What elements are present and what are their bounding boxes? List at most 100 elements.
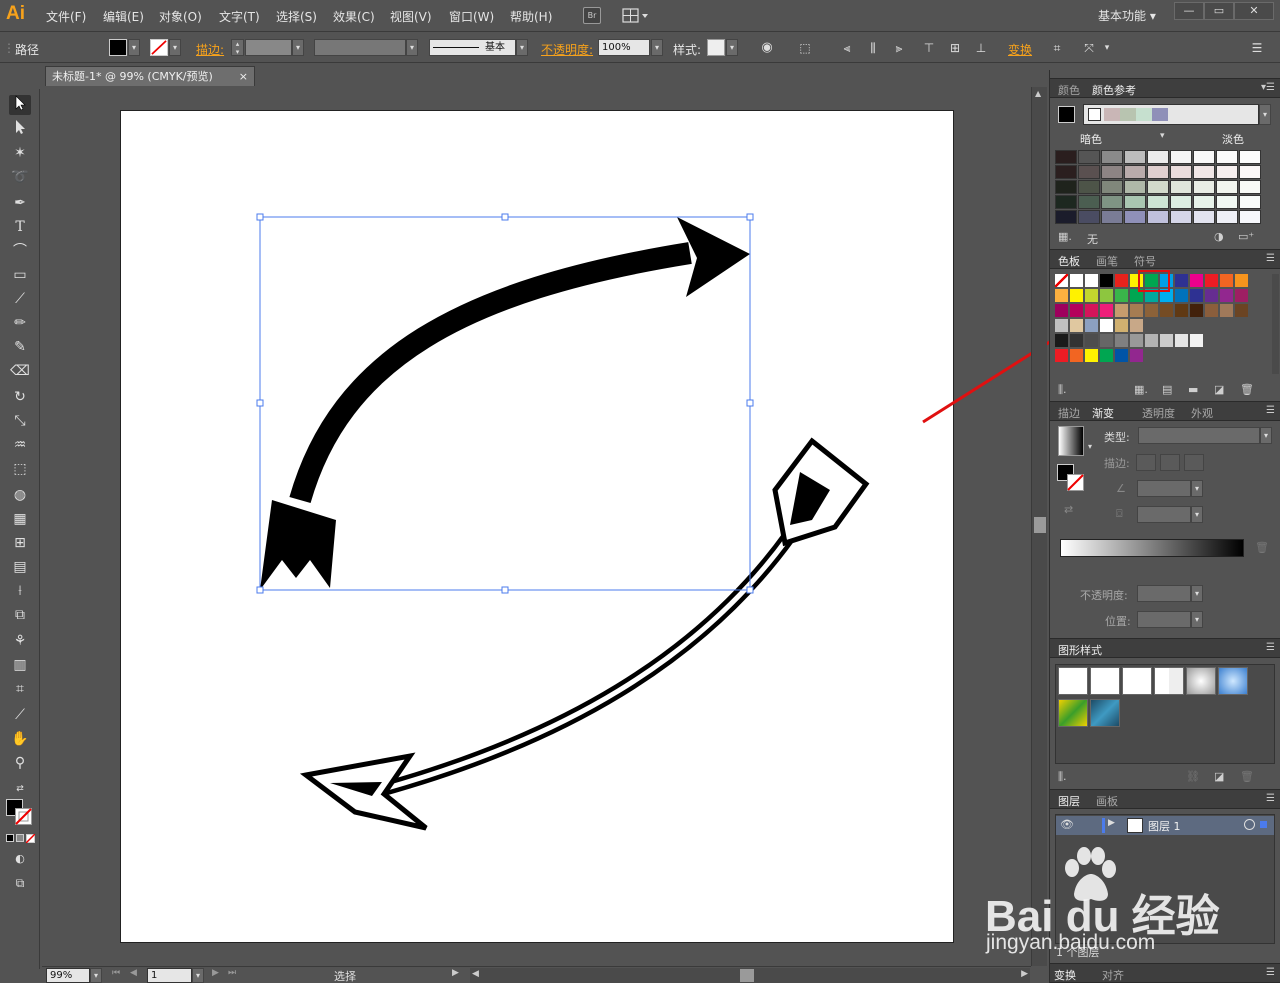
- color-swatch[interactable]: [1175, 274, 1188, 287]
- color-variation-cell[interactable]: [1147, 210, 1169, 224]
- line-segment-tool-icon[interactable]: ⌒: [9, 241, 31, 261]
- angle-dropdown-icon[interactable]: ▾: [1191, 480, 1203, 497]
- color-variation-cell[interactable]: [1078, 150, 1100, 164]
- isolate-mode-icon[interactable]: ⤧: [1082, 41, 1096, 55]
- variable-width-dropdown-icon[interactable]: ▾: [406, 39, 418, 56]
- tab-layers[interactable]: 图层: [1058, 793, 1080, 809]
- swatches-scrollbar[interactable]: [1272, 274, 1279, 374]
- artboard[interactable]: [120, 110, 954, 943]
- color-variation-cell[interactable]: [1170, 210, 1192, 224]
- tab-align[interactable]: 对齐: [1102, 967, 1124, 983]
- color-swatch[interactable]: [1220, 304, 1233, 317]
- pen-tool-icon[interactable]: ✒: [9, 193, 31, 213]
- draw-mode-icon[interactable]: ◐: [9, 849, 31, 869]
- horizontal-scroll-thumb[interactable]: [740, 969, 754, 982]
- none-mode-icon[interactable]: [26, 834, 35, 843]
- close-document-icon[interactable]: ×: [239, 67, 248, 86]
- swatches-panel-menu-icon[interactable]: ☰: [1266, 253, 1275, 264]
- layer-name[interactable]: 图层 1: [1148, 818, 1181, 834]
- menu-window[interactable]: 窗口(W): [449, 8, 494, 25]
- opacity-label[interactable]: 不透明度:: [541, 41, 593, 58]
- color-variation-cell[interactable]: [1078, 195, 1100, 209]
- color-variation-cell[interactable]: [1239, 150, 1261, 164]
- align-left-icon[interactable]: ⫷: [840, 41, 854, 55]
- stroke-across-icon[interactable]: [1184, 454, 1204, 471]
- color-variation-cell[interactable]: [1101, 150, 1123, 164]
- menu-view[interactable]: 视图(V): [390, 8, 432, 25]
- registration-swatch[interactable]: [1070, 274, 1083, 287]
- harmony-color-swatch[interactable]: [1152, 108, 1168, 121]
- layers-list[interactable]: 👁 ▶ 图层 1: [1055, 814, 1275, 944]
- tab-symbols[interactable]: 符号: [1134, 253, 1156, 269]
- gradient-slider[interactable]: [1060, 539, 1244, 557]
- color-swatch[interactable]: [1115, 334, 1128, 347]
- page-field[interactable]: 1: [147, 968, 192, 983]
- color-variation-cell[interactable]: [1124, 150, 1146, 164]
- color-variation-grid[interactable]: [1055, 150, 1275, 228]
- isolate-dropdown-icon[interactable]: ▾: [1100, 41, 1114, 55]
- minimize-button[interactable]: —: [1174, 2, 1204, 20]
- color-swatch[interactable]: [1070, 319, 1083, 332]
- selection-indicator-icon[interactable]: [1260, 821, 1267, 828]
- screen-mode-icon[interactable]: ⧉: [9, 873, 31, 893]
- color-variation-cell[interactable]: [1193, 165, 1215, 179]
- graphic-style-white[interactable]: [1122, 667, 1152, 695]
- color-variation-cell[interactable]: [1101, 210, 1123, 224]
- aspect-ratio-field[interactable]: [1137, 506, 1191, 523]
- gradient-position-field[interactable]: [1137, 611, 1191, 628]
- graphic-style-dropdown-icon[interactable]: ▾: [726, 39, 738, 56]
- zoom-dropdown-icon[interactable]: ▾: [90, 968, 102, 983]
- color-variation-cell[interactable]: [1147, 195, 1169, 209]
- swatch-options-icon[interactable]: ▤: [1162, 383, 1172, 396]
- color-variation-cell[interactable]: [1170, 195, 1192, 209]
- variation-dropdown-icon[interactable]: ▾: [1160, 131, 1165, 141]
- target-circle-icon[interactable]: [1244, 819, 1255, 830]
- color-swatch[interactable]: [1175, 334, 1188, 347]
- color-swatch[interactable]: [1115, 304, 1128, 317]
- direct-selection-tool-icon[interactable]: [9, 119, 31, 139]
- tab-gradient[interactable]: 渐变: [1092, 405, 1114, 421]
- color-swatch[interactable]: [1220, 274, 1233, 287]
- eraser-tool-icon[interactable]: ⌫: [9, 361, 31, 381]
- paintbrush-tool-icon[interactable]: ⟋: [9, 289, 31, 309]
- tab-brushes[interactable]: 画笔: [1096, 253, 1118, 269]
- color-swatch[interactable]: [1055, 349, 1068, 362]
- status-menu-icon[interactable]: ▶: [452, 968, 459, 978]
- harmony-bar[interactable]: [1083, 104, 1259, 125]
- color-variation-cell[interactable]: [1193, 150, 1215, 164]
- gradient-position-dropdown-icon[interactable]: ▾: [1191, 611, 1203, 628]
- stroke-along-icon[interactable]: [1160, 454, 1180, 471]
- color-swatch[interactable]: [1235, 304, 1248, 317]
- color-swatch[interactable]: [1130, 349, 1143, 362]
- stroke-within-icon[interactable]: [1136, 454, 1156, 471]
- color-swatch[interactable]: [1145, 334, 1158, 347]
- tab-color[interactable]: 颜色: [1058, 82, 1080, 98]
- opacity-dropdown-icon[interactable]: ▾: [651, 39, 663, 56]
- stroke-weight-stepper[interactable]: ▴ ▾: [231, 39, 244, 56]
- type-tool-icon[interactable]: T: [9, 217, 31, 237]
- save-color-group-icon[interactable]: ▭⁺: [1238, 230, 1254, 243]
- color-variation-cell[interactable]: [1193, 195, 1215, 209]
- color-variation-cell[interactable]: [1078, 165, 1100, 179]
- color-swatch[interactable]: [1070, 334, 1083, 347]
- color-swatch[interactable]: [1055, 319, 1068, 332]
- bridge-button[interactable]: Br: [583, 7, 601, 24]
- graphic-style-yellow-pattern[interactable]: [1058, 699, 1088, 727]
- graphic-styles-menu-icon[interactable]: ☰: [1266, 642, 1275, 653]
- color-variation-cell[interactable]: [1193, 210, 1215, 224]
- swap-fill-stroke-icon[interactable]: ⇄: [9, 779, 31, 799]
- mesh-tool-icon[interactable]: ⊞: [9, 533, 31, 553]
- color-mode-icon[interactable]: [6, 834, 14, 842]
- layers-panel-menu-icon[interactable]: ☰: [1266, 793, 1275, 804]
- blend-tool-icon[interactable]: ⧉: [9, 605, 31, 625]
- tab-graphic-styles[interactable]: 图形样式: [1058, 642, 1102, 658]
- tab-appearance[interactable]: 外观: [1191, 405, 1213, 421]
- scroll-right-icon[interactable]: ▶: [1021, 969, 1028, 979]
- color-variation-cell[interactable]: [1078, 210, 1100, 224]
- gradient-type-dropdown-icon[interactable]: ▾: [1260, 427, 1272, 444]
- color-variation-cell[interactable]: [1147, 165, 1169, 179]
- color-variation-cell[interactable]: [1078, 180, 1100, 194]
- color-swatch[interactable]: [1055, 304, 1068, 317]
- color-swatch[interactable]: [1130, 319, 1143, 332]
- transform-panel-menu-icon[interactable]: ☰: [1266, 967, 1275, 978]
